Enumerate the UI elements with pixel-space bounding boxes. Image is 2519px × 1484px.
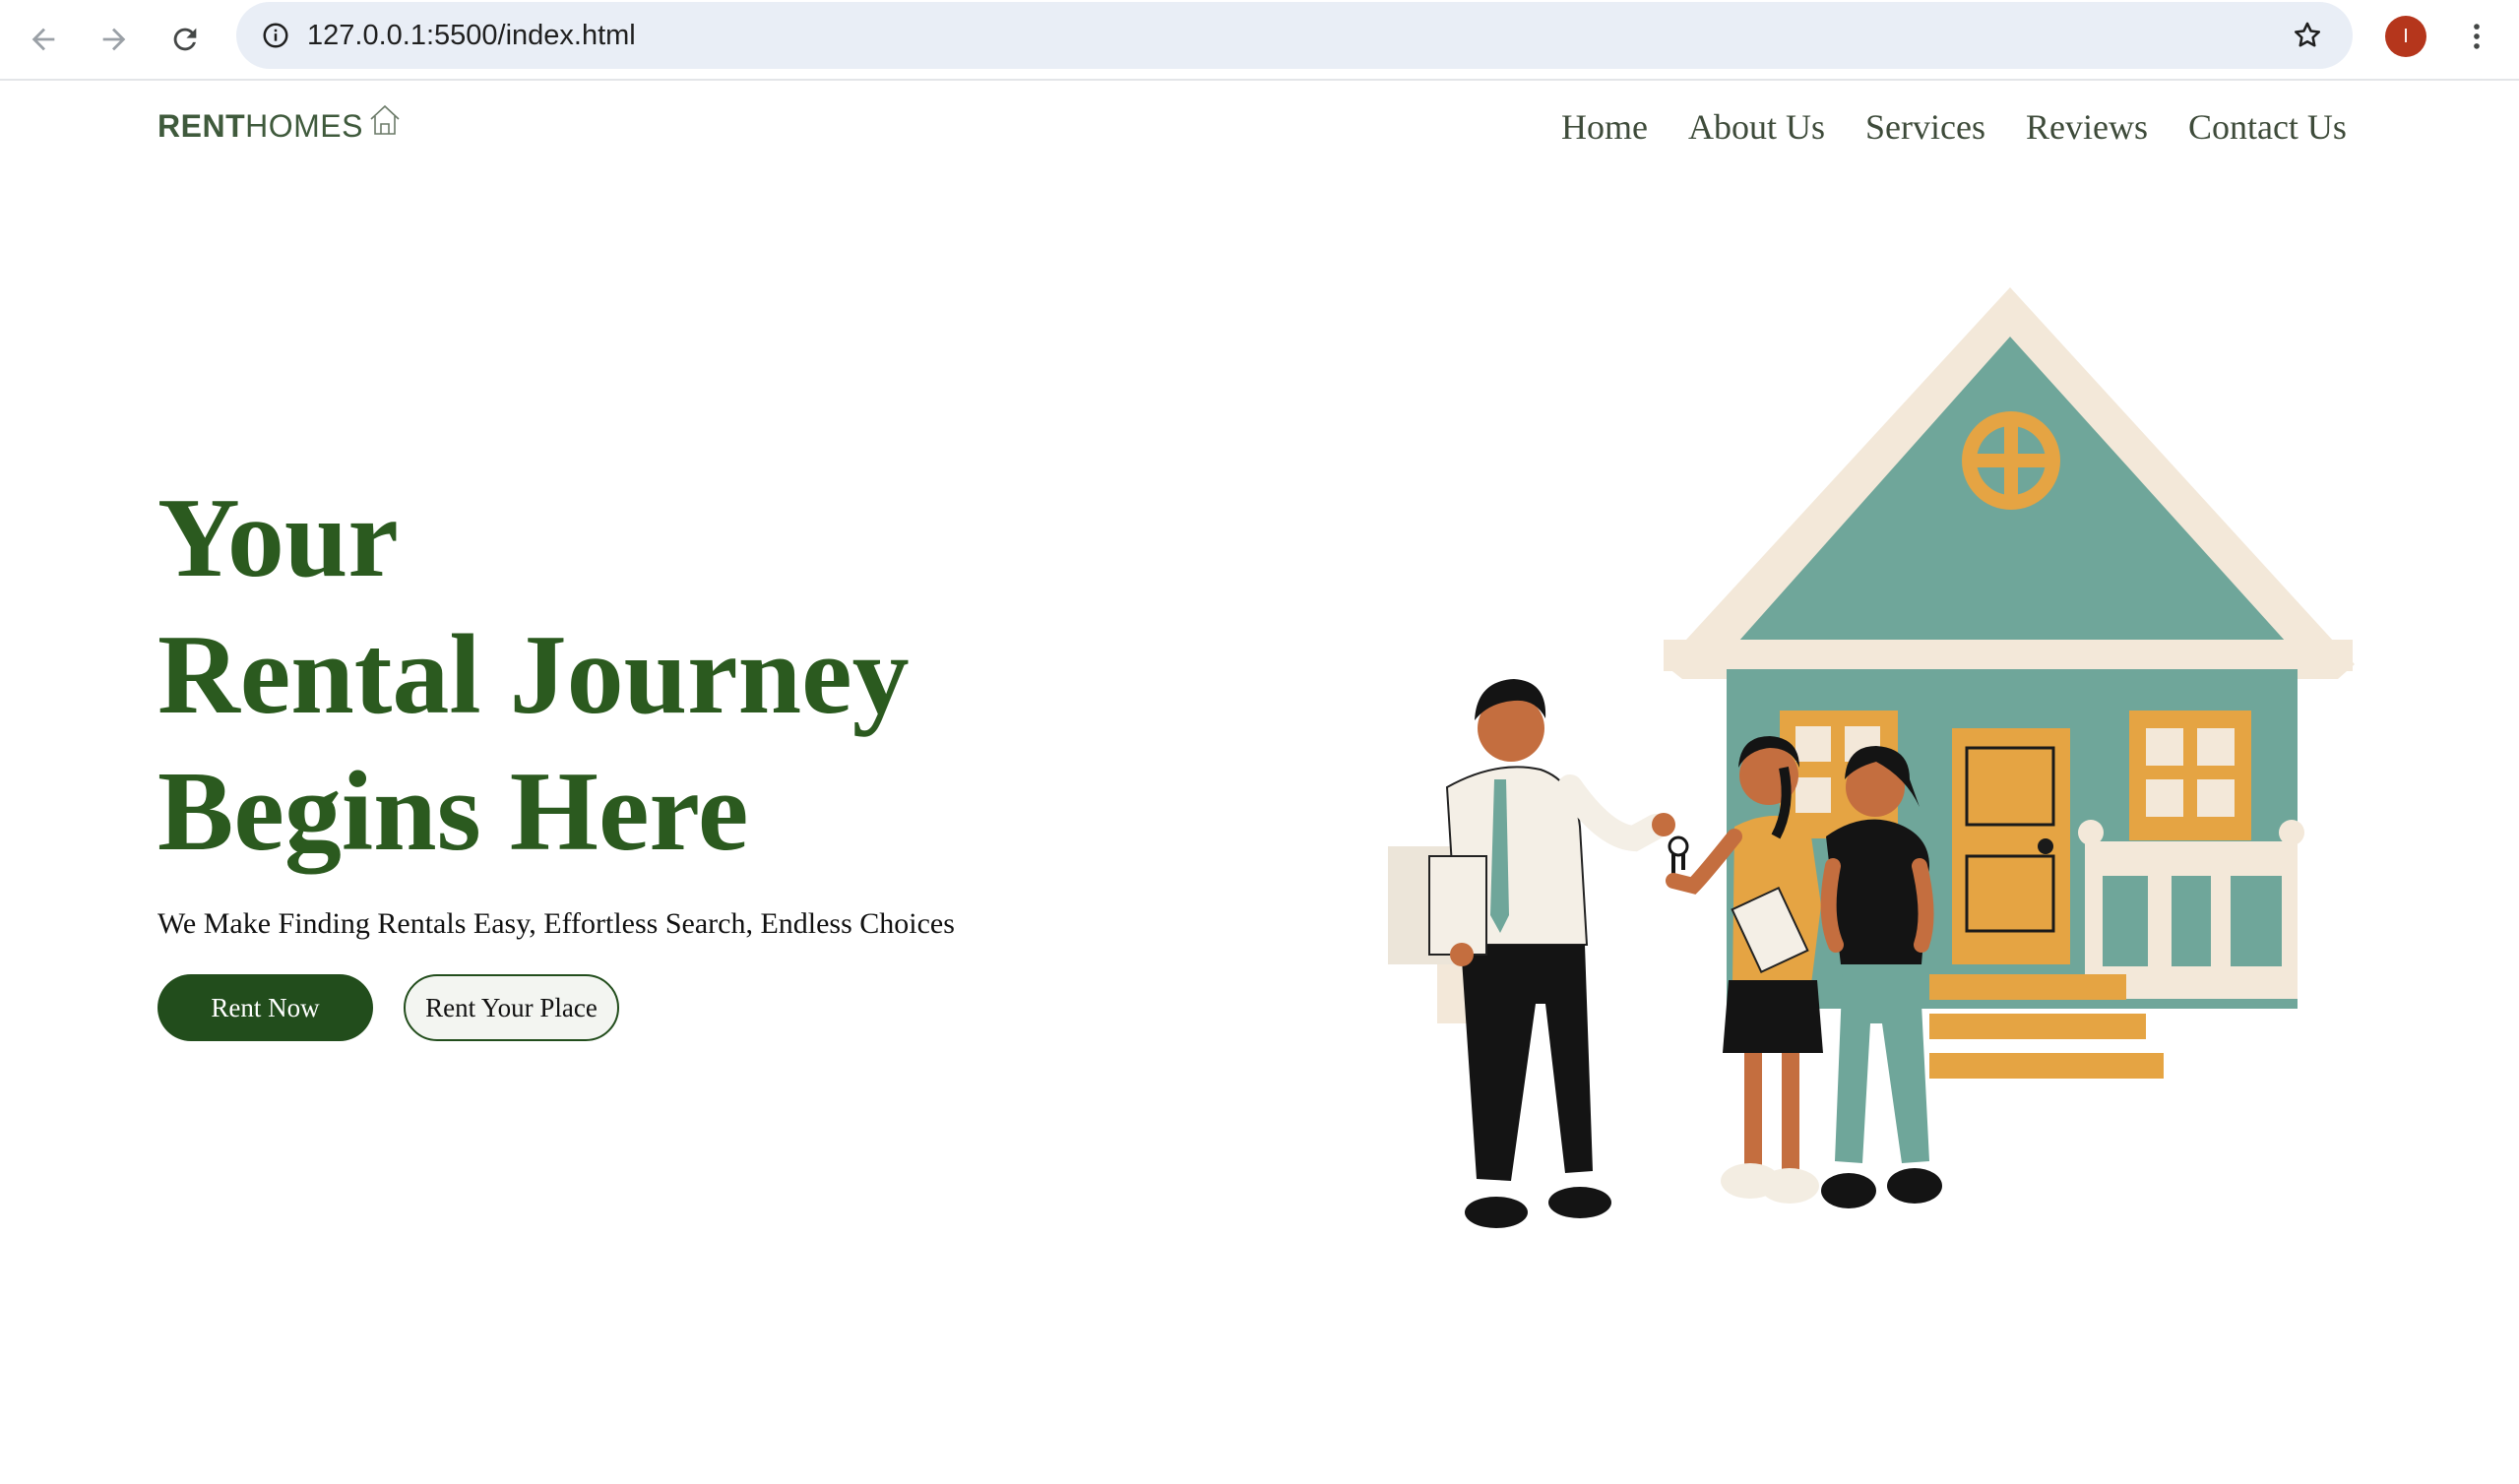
hero-title: Your Rental Journey Begins Here bbox=[157, 470, 1142, 881]
profile-avatar[interactable]: I bbox=[2385, 16, 2426, 57]
forward-arrow-icon bbox=[102, 28, 126, 51]
rent-now-button[interactable]: Rent Now bbox=[157, 974, 373, 1041]
nav-services[interactable]: Services bbox=[1865, 106, 1985, 148]
nav-about-us[interactable]: About Us bbox=[1688, 106, 1825, 148]
address-bar[interactable]: 127.0.0.1:5500/index.html bbox=[236, 2, 2353, 69]
hero-subtitle: We Make Finding Rentals Easy, Effortless… bbox=[157, 907, 955, 940]
site-info-button[interactable] bbox=[254, 14, 297, 57]
back-button[interactable] bbox=[16, 12, 71, 67]
url-text[interactable]: 127.0.0.1:5500/index.html bbox=[307, 2, 636, 69]
reload-button[interactable] bbox=[157, 12, 213, 67]
hero-title-line-3: Begins Here bbox=[157, 749, 749, 875]
logo-homes-text: HOMES bbox=[245, 108, 363, 144]
back-arrow-icon bbox=[31, 28, 55, 51]
bookmark-button[interactable] bbox=[2284, 12, 2331, 59]
hero-illustration bbox=[1388, 287, 2355, 1228]
site-logo[interactable]: RENT HOMES bbox=[157, 104, 403, 157]
browser-menu-button[interactable] bbox=[2455, 14, 2498, 59]
forward-button[interactable] bbox=[87, 12, 142, 67]
agent-figure bbox=[1388, 679, 1689, 1228]
logo-rent-text: RENT bbox=[157, 108, 246, 144]
nav-home[interactable]: Home bbox=[1561, 106, 1648, 148]
main-nav: Home About Us Services Reviews Contact U… bbox=[1561, 106, 2347, 148]
hero-title-line-2: Rental Journey bbox=[157, 612, 910, 738]
hero-title-line-1: Your bbox=[157, 475, 399, 601]
nav-contact-us[interactable]: Contact Us bbox=[2188, 106, 2347, 148]
house-outline-icon bbox=[370, 104, 400, 135]
info-icon bbox=[263, 23, 288, 48]
nav-reviews[interactable]: Reviews bbox=[2026, 106, 2148, 148]
reload-icon bbox=[173, 28, 197, 51]
more-vert-icon bbox=[2474, 24, 2480, 49]
rent-your-place-button[interactable]: Rent Your Place bbox=[404, 974, 619, 1041]
star-icon bbox=[2294, 22, 2321, 47]
browser-toolbar: 127.0.0.1:5500/index.html I bbox=[0, 0, 2519, 81]
